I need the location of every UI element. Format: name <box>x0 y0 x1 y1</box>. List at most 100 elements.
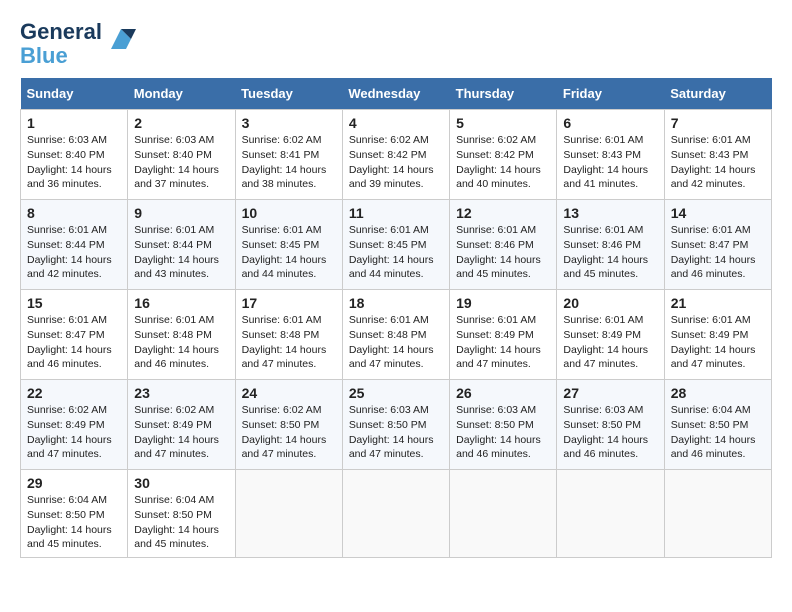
day-number: 25 <box>349 385 443 401</box>
day-number: 30 <box>134 475 228 491</box>
cell-info: Sunrise: 6:04 AM Sunset: 8:50 PM Dayligh… <box>27 493 121 552</box>
logo-icon <box>106 24 136 54</box>
calendar-cell: 24Sunrise: 6:02 AM Sunset: 8:50 PM Dayli… <box>235 380 342 470</box>
calendar-cell: 28 Sunrise: 6:04 AM Sunset: 8:50 PM Dayli… <box>664 380 771 470</box>
calendar-cell: 11 Sunrise: 6:01 AM Sunset: 8:45 PM Dayli… <box>342 200 449 290</box>
cell-info: Sunrise: 6:03 AM Sunset: 8:40 PM Dayligh… <box>134 133 228 192</box>
calendar-cell: 9Sunrise: 6:01 AM Sunset: 8:44 PM Daylig… <box>128 200 235 290</box>
calendar-cell: 10Sunrise: 6:01 AM Sunset: 8:45 PM Dayli… <box>235 200 342 290</box>
cell-info: Sunrise: 6:01 AM Sunset: 8:48 PM Dayligh… <box>134 313 228 372</box>
cell-info: Sunrise: 6:01 AM Sunset: 8:47 PM Dayligh… <box>671 223 765 282</box>
cell-info: Sunrise: 6:01 AM Sunset: 8:46 PM Dayligh… <box>456 223 550 282</box>
calendar-cell: 29 Sunrise: 6:04 AM Sunset: 8:50 PM Dayli… <box>21 470 128 558</box>
day-number: 1 <box>27 115 121 131</box>
logo-text: GeneralBlue <box>20 20 102 68</box>
day-of-week-tuesday: Tuesday <box>235 78 342 110</box>
calendar-cell <box>557 470 664 558</box>
cell-info: Sunrise: 6:04 AM Sunset: 8:50 PM Dayligh… <box>671 403 765 462</box>
day-number: 8 <box>27 205 121 221</box>
calendar-cell: 20 Sunrise: 6:01 AM Sunset: 8:49 PM Dayli… <box>557 290 664 380</box>
calendar-cell: 14 Sunrise: 6:01 AM Sunset: 8:47 PM Dayli… <box>664 200 771 290</box>
day-number: 26 <box>456 385 550 401</box>
cell-info: Sunrise: 6:03 AM Sunset: 8:50 PM Dayligh… <box>456 403 550 462</box>
calendar-cell: 30 Sunrise: 6:04 AM Sunset: 8:50 PM Dayli… <box>128 470 235 558</box>
cell-info: Sunrise: 6:01 AM Sunset: 8:48 PM Dayligh… <box>349 313 443 372</box>
day-number: 19 <box>456 295 550 311</box>
day-number: 3 <box>242 115 336 131</box>
logo-blue: Blue <box>20 43 68 68</box>
day-number: 4 <box>349 115 443 131</box>
calendar-cell: 7 Sunrise: 6:01 AM Sunset: 8:43 PM Daylig… <box>664 110 771 200</box>
calendar-cell: 19 Sunrise: 6:01 AM Sunset: 8:49 PM Dayli… <box>450 290 557 380</box>
logo: GeneralBlue <box>20 20 136 68</box>
calendar-cell: 3 Sunrise: 6:02 AM Sunset: 8:41 PM Daylig… <box>235 110 342 200</box>
day-number: 11 <box>349 205 443 221</box>
day-of-week-monday: Monday <box>128 78 235 110</box>
day-of-week-friday: Friday <box>557 78 664 110</box>
cell-info: Sunrise: 6:04 AM Sunset: 8:50 PM Dayligh… <box>134 493 228 552</box>
day-number: 13 <box>563 205 657 221</box>
calendar-cell: 26 Sunrise: 6:03 AM Sunset: 8:50 PM Dayli… <box>450 380 557 470</box>
cell-info: Sunrise: 6:02 AM Sunset: 8:49 PM Dayligh… <box>27 403 121 462</box>
calendar-cell: 5 Sunrise: 6:02 AM Sunset: 8:42 PM Daylig… <box>450 110 557 200</box>
day-number: 20 <box>563 295 657 311</box>
calendar-cell: 16 Sunrise: 6:01 AM Sunset: 8:48 PM Dayli… <box>128 290 235 380</box>
day-number: 16 <box>134 295 228 311</box>
day-number: 5 <box>456 115 550 131</box>
calendar-cell: 18 Sunrise: 6:01 AM Sunset: 8:48 PM Dayli… <box>342 290 449 380</box>
calendar-cell: 2 Sunrise: 6:03 AM Sunset: 8:40 PM Daylig… <box>128 110 235 200</box>
calendar-cell: 17 Sunrise: 6:01 AM Sunset: 8:48 PM Dayli… <box>235 290 342 380</box>
day-of-week-sunday: Sunday <box>21 78 128 110</box>
day-of-week-thursday: Thursday <box>450 78 557 110</box>
day-number: 9 <box>134 205 228 221</box>
day-number: 21 <box>671 295 765 311</box>
day-of-week-wednesday: Wednesday <box>342 78 449 110</box>
calendar-cell: 8 Sunrise: 6:01 AM Sunset: 8:44 PM Daylig… <box>21 200 128 290</box>
day-number: 7 <box>671 115 765 131</box>
calendar-cell <box>342 470 449 558</box>
day-number: 29 <box>27 475 121 491</box>
cell-info: Sunrise: 6:01 AM Sunset: 8:43 PM Dayligh… <box>563 133 657 192</box>
cell-info: Sunrise: 6:01 AM Sunset: 8:49 PM Dayligh… <box>456 313 550 372</box>
calendar-cell: 12 Sunrise: 6:01 AM Sunset: 8:46 PM Dayli… <box>450 200 557 290</box>
calendar-cell: 21 Sunrise: 6:01 AM Sunset: 8:49 PM Dayli… <box>664 290 771 380</box>
cell-info: Sunrise: 6:01 AM Sunset: 8:48 PM Dayligh… <box>242 313 336 372</box>
calendar-cell: 22 Sunrise: 6:02 AM Sunset: 8:49 PM Dayli… <box>21 380 128 470</box>
day-number: 18 <box>349 295 443 311</box>
day-number: 2 <box>134 115 228 131</box>
calendar-cell: 27 Sunrise: 6:03 AM Sunset: 8:50 PM Dayli… <box>557 380 664 470</box>
page-header: GeneralBlue <box>20 20 772 68</box>
cell-info: Sunrise: 6:01 AM Sunset: 8:49 PM Dayligh… <box>671 313 765 372</box>
calendar-cell: 25 Sunrise: 6:03 AM Sunset: 8:50 PM Dayli… <box>342 380 449 470</box>
day-number: 17 <box>242 295 336 311</box>
calendar-cell: 13 Sunrise: 6:01 AM Sunset: 8:46 PM Dayli… <box>557 200 664 290</box>
day-number: 23 <box>134 385 228 401</box>
cell-info: Sunrise: 6:01 AM Sunset: 8:43 PM Dayligh… <box>671 133 765 192</box>
calendar-cell <box>450 470 557 558</box>
cell-info: Sunrise: 6:03 AM Sunset: 8:50 PM Dayligh… <box>563 403 657 462</box>
day-of-week-saturday: Saturday <box>664 78 771 110</box>
cell-info: Sunrise: 6:01 AM Sunset: 8:49 PM Dayligh… <box>563 313 657 372</box>
cell-info: Sunrise: 6:01 AM Sunset: 8:46 PM Dayligh… <box>563 223 657 282</box>
cell-info: Sunrise: 6:02 AM Sunset: 8:42 PM Dayligh… <box>349 133 443 192</box>
day-number: 28 <box>671 385 765 401</box>
cell-info: Sunrise: 6:01 AM Sunset: 8:45 PM Dayligh… <box>349 223 443 282</box>
day-number: 10 <box>242 205 336 221</box>
calendar-header-row: SundayMondayTuesdayWednesdayThursdayFrid… <box>21 78 772 110</box>
calendar-cell: 6Sunrise: 6:01 AM Sunset: 8:43 PM Daylig… <box>557 110 664 200</box>
day-number: 12 <box>456 205 550 221</box>
day-number: 14 <box>671 205 765 221</box>
cell-info: Sunrise: 6:02 AM Sunset: 8:41 PM Dayligh… <box>242 133 336 192</box>
cell-info: Sunrise: 6:02 AM Sunset: 8:42 PM Dayligh… <box>456 133 550 192</box>
day-number: 27 <box>563 385 657 401</box>
calendar-cell: 4 Sunrise: 6:02 AM Sunset: 8:42 PM Daylig… <box>342 110 449 200</box>
day-number: 22 <box>27 385 121 401</box>
calendar-cell: 15Sunrise: 6:01 AM Sunset: 8:47 PM Dayli… <box>21 290 128 380</box>
calendar-cell: 1 Sunrise: 6:03 AM Sunset: 8:40 PM Daylig… <box>21 110 128 200</box>
cell-info: Sunrise: 6:01 AM Sunset: 8:44 PM Dayligh… <box>27 223 121 282</box>
cell-info: Sunrise: 6:03 AM Sunset: 8:50 PM Dayligh… <box>349 403 443 462</box>
day-number: 24 <box>242 385 336 401</box>
cell-info: Sunrise: 6:03 AM Sunset: 8:40 PM Dayligh… <box>27 133 121 192</box>
calendar-cell <box>664 470 771 558</box>
cell-info: Sunrise: 6:02 AM Sunset: 8:49 PM Dayligh… <box>134 403 228 462</box>
